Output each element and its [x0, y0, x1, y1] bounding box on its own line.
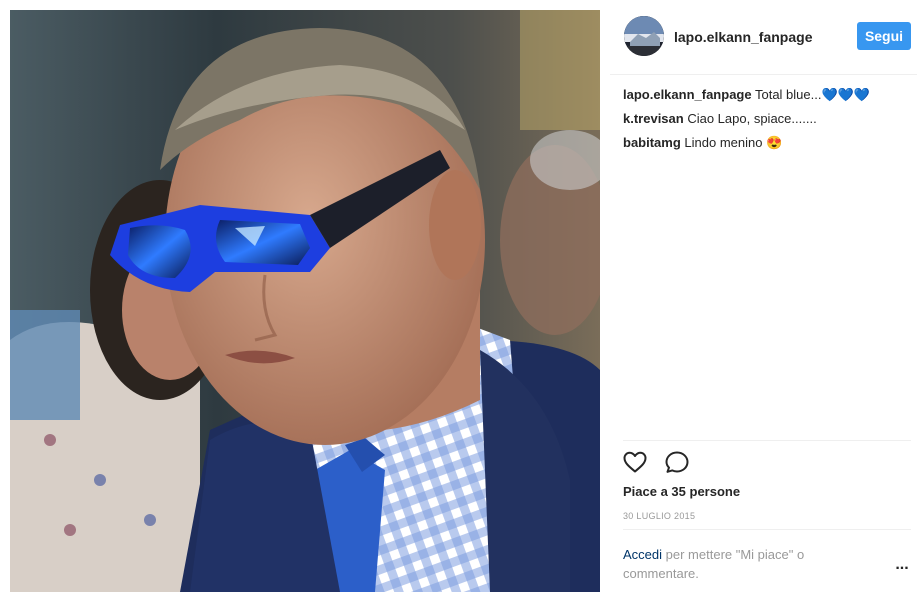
login-link[interactable]: Accedi	[623, 547, 662, 562]
comment-icon[interactable]	[664, 450, 692, 476]
comment-author[interactable]: k.trevisan	[623, 111, 684, 126]
comment-item: lapo.elkann_fanpage Total blue...💙💙💙	[623, 86, 913, 104]
likes-count[interactable]: Piace a 35 persone	[623, 484, 740, 499]
actions-divider	[623, 440, 911, 441]
avatar-image	[624, 16, 664, 56]
post-header: lapo.elkann_fanpage Segui	[610, 0, 917, 75]
comment-text: Total blue...💙💙💙	[754, 87, 871, 102]
comment-item: k.trevisan Ciao Lapo, spiace.......	[623, 110, 913, 128]
post-date: 30 LUGLIO 2015	[623, 511, 696, 521]
follow-button[interactable]: Segui	[857, 22, 911, 50]
comment-author[interactable]: lapo.elkann_fanpage	[623, 87, 752, 102]
instagram-post-view: lapo.elkann_fanpage Segui lapo.elkann_fa…	[0, 0, 917, 592]
comment-text: Lindo menino 😍	[684, 135, 783, 150]
post-photo[interactable]	[10, 10, 600, 592]
login-prompt: Accedi per mettere "Mi piace" o commenta…	[623, 545, 843, 583]
more-options-icon[interactable]: ...	[892, 557, 912, 574]
post-side-panel: lapo.elkann_fanpage Segui lapo.elkann_fa…	[610, 0, 917, 592]
avatar[interactable]	[624, 16, 664, 56]
username-link[interactable]: lapo.elkann_fanpage	[674, 29, 812, 45]
comment-item: babitamg Lindo menino 😍	[623, 134, 913, 152]
comment-text: Ciao Lapo, spiace.......	[687, 111, 817, 126]
post-photo-illustration	[10, 10, 600, 592]
comment-divider	[623, 529, 911, 530]
comment-author[interactable]: babitamg	[623, 135, 681, 150]
post-actions	[622, 450, 702, 476]
comment-list: lapo.elkann_fanpage Total blue...💙💙💙 k.t…	[623, 86, 913, 158]
heart-icon[interactable]	[622, 450, 650, 476]
